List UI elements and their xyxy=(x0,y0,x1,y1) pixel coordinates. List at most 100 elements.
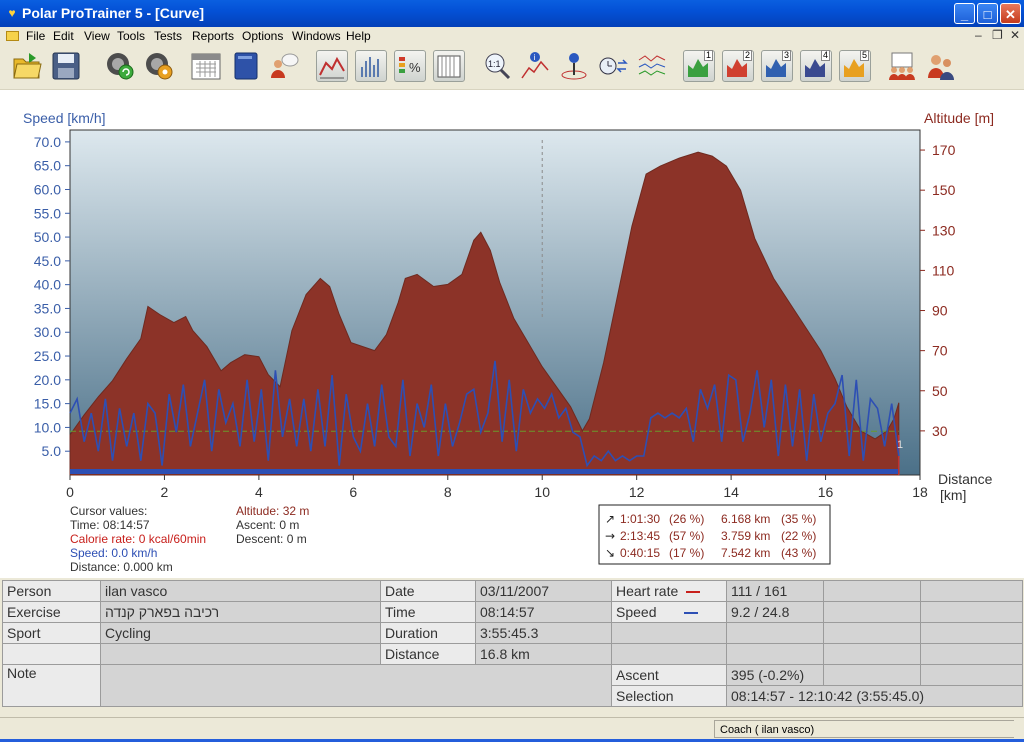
curve-chart-area: Speed [km/h] Altitude [m] 0 2 4 6 8 10 12 14 16 1… xyxy=(0,90,1024,578)
person-label: Person xyxy=(2,580,101,602)
app-heart-icon: ♥ xyxy=(8,6,16,20)
timer-icon[interactable] xyxy=(597,50,629,82)
left-axis-title: Speed [km/h] xyxy=(23,110,106,126)
empty-cell xyxy=(920,580,1023,602)
multi-curve-icon[interactable] xyxy=(636,50,668,82)
empty-cell xyxy=(823,622,921,644)
curve-icon[interactable] xyxy=(316,50,348,82)
note-field[interactable] xyxy=(100,664,612,707)
compare-1-label: 1 xyxy=(703,50,713,61)
empty-cell xyxy=(920,643,1023,665)
percent-zones-icon[interactable]: % xyxy=(394,50,426,82)
x-tick-label: 4 xyxy=(255,484,263,500)
close-button[interactable]: ✕ xyxy=(1000,3,1021,24)
compare-5-icon[interactable]: 5 xyxy=(839,50,871,82)
compare-1-icon[interactable]: 1 xyxy=(683,50,715,82)
slope-up-time-pct: (26 %) xyxy=(669,512,704,526)
settings-icon[interactable] xyxy=(143,50,175,82)
calendar-icon[interactable] xyxy=(190,50,222,82)
save-disk-icon[interactable] xyxy=(50,50,82,82)
compare-3-icon[interactable]: 3 xyxy=(761,50,793,82)
slope-up-arrow: ↗ xyxy=(605,512,615,526)
speed-value[interactable]: 9.2 / 24.8 xyxy=(726,601,824,623)
empty-cell xyxy=(726,643,824,665)
zoom-icon[interactable]: 1:1 xyxy=(481,50,513,82)
mdi-close-button[interactable]: ✕ xyxy=(1010,28,1020,42)
menu-windows[interactable]: Windows xyxy=(292,29,341,43)
left-y-tick-label: 45.0 xyxy=(34,253,61,269)
slope-flat-arrow: → xyxy=(605,529,615,543)
menu-help[interactable]: Help xyxy=(346,29,371,43)
menu-tools[interactable]: Tools xyxy=(117,29,145,43)
group-icon[interactable] xyxy=(886,50,918,82)
slope-up-distance: 6.168 km xyxy=(721,512,770,526)
minimize-button[interactable]: _ xyxy=(954,3,975,24)
person-value[interactable]: ilan vasco xyxy=(100,580,381,602)
right-y-tick-label: 50 xyxy=(932,383,948,399)
slope-up-time: 1:01:30 xyxy=(620,512,660,526)
distance-value[interactable]: 16.8 km xyxy=(475,643,612,665)
mdi-restore-button[interactable]: ❐ xyxy=(992,28,1003,42)
ascent-value[interactable]: 395 (-0.2%) xyxy=(726,664,824,686)
compare-2-icon[interactable]: 2 xyxy=(722,50,754,82)
date-value[interactable]: 03/11/2007 xyxy=(475,580,612,602)
selection-value[interactable]: 08:14:57 - 12:10:42 (3:55:45.0) xyxy=(726,685,1023,707)
empty-cell xyxy=(920,622,1023,644)
diary-book-icon[interactable] xyxy=(230,50,262,82)
x-tick-label: 8 xyxy=(444,484,452,500)
menu-view[interactable]: View xyxy=(84,29,110,43)
coach-icon[interactable] xyxy=(925,50,957,82)
window-title: Polar ProTrainer 5 - [Curve] xyxy=(22,5,205,21)
x-tick-label: 12 xyxy=(629,484,645,500)
menu-file[interactable]: File xyxy=(26,29,45,43)
status-bar: Coach ( ilan vasco) xyxy=(0,717,1024,740)
compare-3-label: 3 xyxy=(781,50,791,61)
duration-label: Duration xyxy=(380,622,476,644)
compare-4-icon[interactable]: 4 xyxy=(800,50,832,82)
cursor-distance: Distance: 0.000 km xyxy=(70,560,173,574)
left-y-tick-label: 10.0 xyxy=(34,419,61,435)
sync-icon[interactable] xyxy=(104,50,136,82)
maximize-button[interactable]: □ xyxy=(977,3,998,24)
left-y-tick-label: 15.0 xyxy=(34,396,61,412)
time-label: Time xyxy=(380,601,476,623)
empty-cell xyxy=(100,643,381,665)
cursor-speed: Speed: 0.0 km/h xyxy=(70,546,157,560)
histogram-icon[interactable] xyxy=(355,50,387,82)
heart-rate-value[interactable]: 111 / 161 xyxy=(726,580,824,602)
right-axis-title: Altitude [m] xyxy=(924,110,994,126)
curve-chart[interactable]: Speed [km/h] Altitude [m] 0 2 4 6 8 10 12 14 16 1… xyxy=(0,90,1024,578)
menu-reports[interactable]: Reports xyxy=(192,29,234,43)
right-y-tick-label: 70 xyxy=(932,343,948,359)
speed-label: Speed xyxy=(611,601,727,623)
x-axis-unit: [km] xyxy=(940,487,966,503)
title-bar: ♥ Polar ProTrainer 5 - [Curve] _ □ ✕ xyxy=(0,0,1024,27)
compare-5-label: 5 xyxy=(859,50,869,61)
table-icon[interactable] xyxy=(433,50,465,82)
x-tick-label: 10 xyxy=(534,484,550,500)
heart-rate-legend xyxy=(686,591,701,594)
mdi-minimize-button[interactable]: – xyxy=(975,28,982,42)
menu-edit[interactable]: Edit xyxy=(53,29,74,43)
sport-value[interactable]: Cycling xyxy=(100,622,381,644)
x-tick-label: 14 xyxy=(723,484,739,500)
open-folder-icon[interactable] xyxy=(11,50,43,82)
time-value[interactable]: 08:14:57 xyxy=(475,601,612,623)
empty-cell xyxy=(920,601,1023,623)
compare-2-label: 2 xyxy=(742,50,752,61)
exercise-value[interactable]: רכיבה בפארק קנדה xyxy=(100,601,381,623)
x-axis-title: Distance xyxy=(938,471,993,487)
menu-tests[interactable]: Tests xyxy=(154,29,182,43)
person-icon[interactable] xyxy=(268,50,300,82)
slope-up-dist-pct: (35 %) xyxy=(781,512,816,526)
compare-4-label: 4 xyxy=(820,50,830,61)
left-y-tick-label: 20.0 xyxy=(34,372,61,388)
coach-status: Coach ( ilan vasco) xyxy=(714,720,1014,738)
info-pin-icon[interactable] xyxy=(558,50,590,82)
info-chart-icon[interactable]: i xyxy=(519,50,551,82)
menu-options[interactable]: Options xyxy=(242,29,283,43)
left-y-tick-label: 5.0 xyxy=(42,443,62,459)
cursor-altitude: Altitude: 32 m xyxy=(236,504,309,518)
duration-value[interactable]: 3:55:45.3 xyxy=(475,622,612,644)
svg-text:i: i xyxy=(534,53,536,62)
